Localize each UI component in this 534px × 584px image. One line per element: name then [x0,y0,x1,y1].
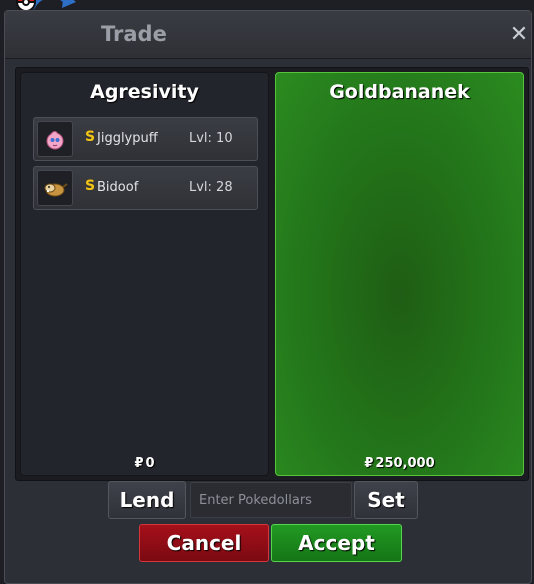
own-player-name: Agresivity [90,81,199,103]
title-bar[interactable]: Trade ✕ [5,11,531,59]
trade-content: Agresivity S Jigglypuff Lvl: 10 S Bidoof… [15,67,529,481]
close-icon[interactable]: ✕ [509,24,529,46]
partner-player-name: Goldbananek [329,81,470,103]
window-title: Trade [101,22,167,46]
pokemon-name: Jigglypuff [97,131,158,146]
own-money-offer: ₽0 [21,456,268,471]
accept-button[interactable]: Accept [271,524,402,562]
partner-money-value: 250,000 [375,456,435,471]
pokemon-level: Lvl: 10 [189,131,233,146]
partner-money-offer: ₽250,000 [276,456,523,471]
cancel-button[interactable]: Cancel [139,524,269,562]
own-money-value: 0 [145,456,155,471]
offered-pokemon-row[interactable]: S Jigglypuff Lvl: 10 [33,117,258,161]
trade-window: Trade ✕ Agresivity S Jigglypuff Lvl: 10 … [4,10,532,584]
set-button[interactable]: Set [354,481,418,519]
lend-button[interactable]: Lend [108,481,186,519]
pokemon-level: Lvl: 28 [189,180,233,195]
shiny-badge: S [85,178,96,194]
pokedollars-input[interactable] [190,482,352,518]
shiny-badge: S [85,129,96,145]
jigglypuff-icon [37,121,73,157]
offered-pokemon-row[interactable]: S Bidoof Lvl: 28 [33,166,258,210]
pokedollar-icon: ₽ [364,456,374,471]
pokedollar-icon: ₽ [134,456,144,471]
partner-offer-panel: Goldbananek ₽250,000 [275,72,524,476]
own-offer-panel: Agresivity S Jigglypuff Lvl: 10 S Bidoof… [20,72,269,476]
pokemon-name: Bidoof [97,180,139,195]
bidoof-icon [37,170,73,206]
